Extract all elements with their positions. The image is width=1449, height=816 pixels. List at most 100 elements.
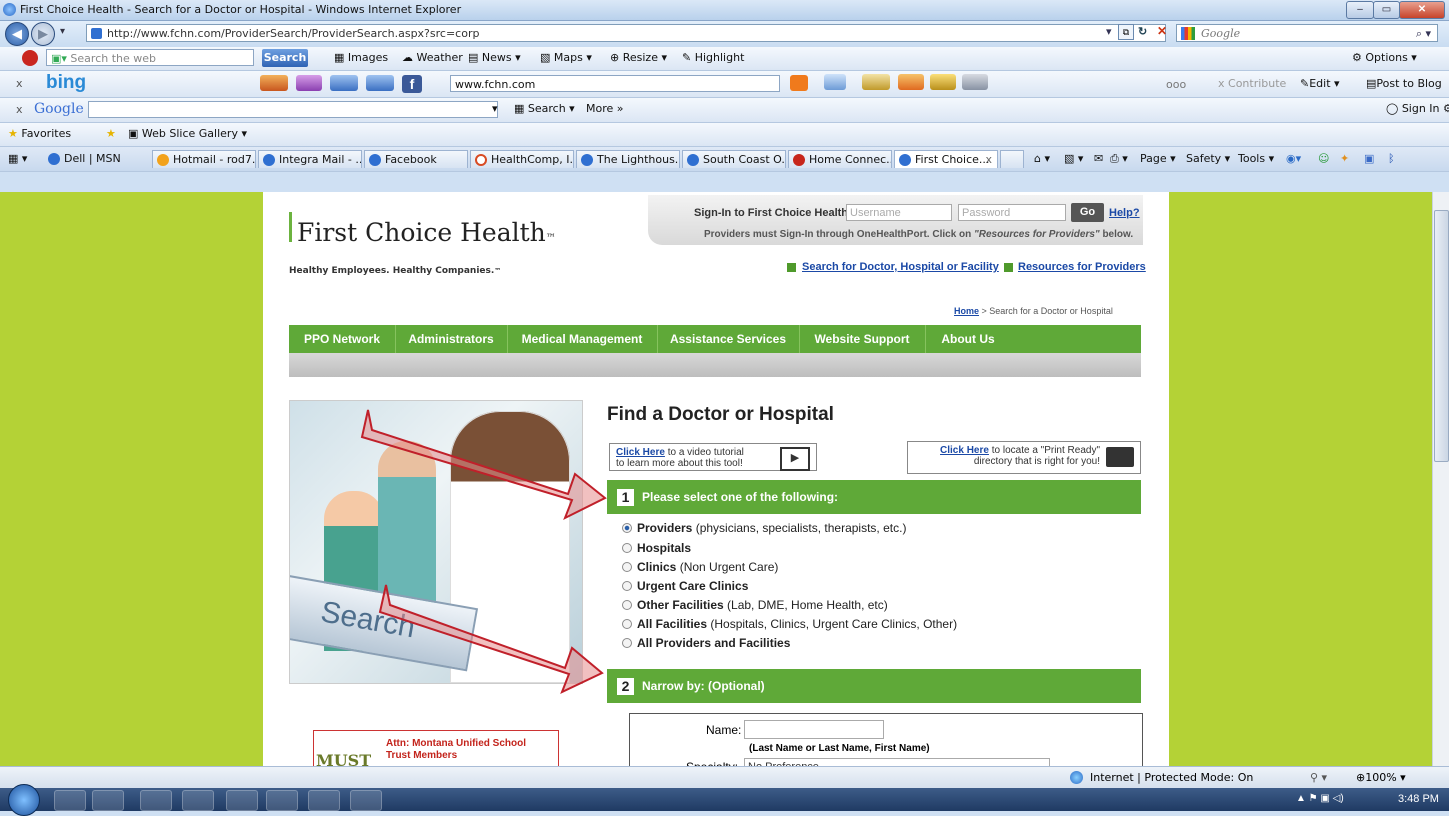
bing-search-field[interactable]: www.fchn.com — [450, 75, 780, 92]
tab-healthcomp[interactable]: HealthComp, I... — [470, 150, 574, 168]
edit-button[interactable]: ✎Edit ▾ — [1300, 77, 1340, 90]
tab-dell-msn[interactable]: Dell | MSN — [44, 150, 148, 168]
tab-south-coast[interactable]: South Coast O... — [682, 150, 786, 168]
clock[interactable]: 3:48 PM — [1398, 793, 1439, 805]
news-button[interactable]: ▤ News ▾ — [468, 51, 521, 64]
taskbar-app-8[interactable] — [350, 790, 382, 811]
taskbar-app-4[interactable] — [182, 790, 214, 811]
minimize-button[interactable]: – — [1346, 1, 1374, 19]
link-resources-providers[interactable]: Resources for Providers — [1018, 261, 1146, 273]
feeds-icon[interactable]: ▧ ▾ — [1064, 152, 1083, 165]
add-favorite-icon[interactable]: ★ — [106, 127, 116, 140]
forward-button[interactable]: ▶ — [31, 22, 55, 46]
home-icon[interactable]: ⌂ ▾ — [1034, 152, 1050, 165]
radio[interactable] — [622, 600, 632, 610]
bing-search-icon[interactable] — [790, 75, 808, 91]
security-zone[interactable]: Internet | Protected Mode: On — [1090, 771, 1253, 784]
video-tutorial-box[interactable]: Click Here to a video tutorial to learn … — [609, 443, 817, 471]
facebook-icon[interactable]: f — [402, 75, 422, 93]
weather-button[interactable]: ☁ Weather — [402, 51, 463, 64]
close-google-toolbar-icon[interactable]: x — [16, 103, 23, 116]
tab-hotmail[interactable]: Hotmail - rod7... — [152, 150, 256, 168]
option-urgent-care[interactable]: Urgent Care Clinics — [622, 579, 748, 593]
messenger-icon[interactable] — [296, 75, 322, 91]
google-signin-button[interactable]: ◯ Sign In ⚙▾ — [1386, 102, 1449, 115]
print-icon[interactable]: ⎙ ▾ — [1110, 152, 1128, 166]
option-hospitals[interactable]: Hospitals — [622, 541, 691, 555]
go-button[interactable]: Go — [1071, 203, 1104, 222]
nav-ppo-network[interactable]: PPO Network — [289, 325, 396, 353]
back-button[interactable]: ◀ — [5, 22, 29, 46]
username-field[interactable]: Username — [846, 204, 952, 221]
news-alert-icon[interactable] — [366, 75, 394, 91]
option-other-facilities[interactable]: Other Facilities (Lab, DME, Home Health,… — [622, 598, 888, 612]
search-alert-icon[interactable] — [898, 74, 924, 90]
compat-view-icon[interactable]: ⧉ — [1118, 24, 1134, 40]
new-tab-button[interactable] — [1000, 150, 1024, 168]
ask-search-button[interactable]: Search — [262, 49, 308, 67]
help-icon[interactable]: ◉▾ — [1286, 152, 1301, 165]
google-search-button[interactable]: ▦ Search ▾ — [514, 102, 575, 115]
options-button[interactable]: ⚙ Options ▾ — [1352, 51, 1417, 64]
search-box[interactable]: Google ⌕ ▾ — [1176, 24, 1438, 42]
safety-menu[interactable]: Safety ▾ — [1186, 152, 1230, 165]
option-clinics[interactable]: Clinics (Non Urgent Care) — [622, 560, 778, 574]
ask-search-field[interactable]: ▣▾ Search the web — [46, 49, 254, 66]
pencil-icon[interactable] — [862, 74, 890, 90]
nav-administrators[interactable]: Administrators — [395, 325, 508, 353]
protected-mode-icon[interactable]: ⚲ ▾ — [1310, 771, 1327, 784]
bluetooth-icon[interactable]: ᛒ — [1388, 152, 1395, 165]
breadcrumb-home[interactable]: Home — [954, 306, 979, 316]
mail-alert-icon[interactable] — [260, 75, 288, 91]
taskbar-explorer[interactable] — [92, 790, 124, 811]
nav-about-us[interactable]: About Us — [925, 325, 1011, 353]
radio[interactable] — [622, 543, 632, 553]
option-all-providers-facilities[interactable]: All Providers and Facilities — [622, 636, 790, 650]
favorites-button[interactable]: ★ Favorites — [8, 127, 71, 140]
tab-lighthouse[interactable]: The Lighthous... — [576, 150, 680, 168]
name-input[interactable] — [744, 720, 884, 739]
tab-facebook[interactable]: Facebook — [364, 150, 468, 168]
addon-icon[interactable]: ▣ — [1364, 152, 1374, 165]
highlight-button[interactable]: ✎ Highlight — [682, 51, 744, 64]
close-tab-icon[interactable]: x — [985, 151, 992, 168]
refresh-icon[interactable]: ↻ — [1138, 25, 1147, 38]
radio[interactable] — [622, 619, 632, 629]
search-icon[interactable]: ⌕ ▾ — [1416, 25, 1431, 43]
print-directory-box[interactable]: Click Here to locate a "Print Ready" dir… — [907, 441, 1141, 474]
page-menu[interactable]: Page ▾ — [1140, 152, 1176, 165]
print-click-here[interactable]: Click Here — [940, 445, 989, 456]
option-all-facilities[interactable]: All Facilities (Hospitals, Clinics, Urge… — [622, 617, 957, 631]
zoom-level[interactable]: ⊕100% ▾ — [1356, 771, 1406, 784]
option-providers[interactable]: Providers (physicians, specialists, ther… — [622, 521, 906, 535]
nav-website-support[interactable]: Website Support — [799, 325, 926, 353]
quick-tabs-icon[interactable]: ▦ ▾ — [8, 152, 27, 165]
radio[interactable] — [622, 638, 632, 648]
google-search-field[interactable] — [88, 101, 498, 118]
thumbs-up-icon[interactable] — [824, 74, 846, 90]
maximize-button[interactable]: ▭ — [1373, 1, 1400, 19]
password-field[interactable]: Password — [958, 204, 1066, 221]
tab-integra-mail[interactable]: Integra Mail - ... — [258, 150, 362, 168]
google-more-button[interactable]: More » — [586, 102, 624, 115]
history-dropdown[interactable]: ▾ — [60, 26, 65, 37]
taskbar-ie[interactable] — [54, 790, 86, 811]
images-button[interactable]: ▦ Images — [334, 51, 388, 64]
address-field[interactable]: http://www.fchn.com/ProviderSearch/Provi… — [86, 24, 1166, 42]
tab-home-connect[interactable]: Home Connec... — [788, 150, 892, 168]
post-to-blog-button[interactable]: ▤Post to Blog — [1366, 77, 1442, 90]
start-button[interactable] — [8, 784, 40, 816]
contribute-button[interactable]: x Contribute — [1218, 77, 1286, 90]
taskbar-app-7[interactable] — [308, 790, 340, 811]
tab-first-choice[interactable]: First Choice... x — [894, 150, 998, 168]
more-dots[interactable]: ooo — [1166, 78, 1186, 91]
close-button[interactable]: ✕ — [1399, 1, 1445, 19]
link-search-doctor[interactable]: Search for Doctor, Hospital or Facility — [802, 261, 999, 273]
research-icon[interactable]: ✦ — [1340, 152, 1349, 165]
nav-medical-management[interactable]: Medical Management — [507, 325, 658, 353]
maps-button[interactable]: ▧ Maps ▾ — [540, 51, 592, 64]
radio-selected[interactable] — [622, 523, 632, 533]
taskbar-app-5[interactable] — [226, 790, 258, 811]
site-logo[interactable]: First Choice Health™ — [289, 218, 556, 247]
radio[interactable] — [622, 581, 632, 591]
